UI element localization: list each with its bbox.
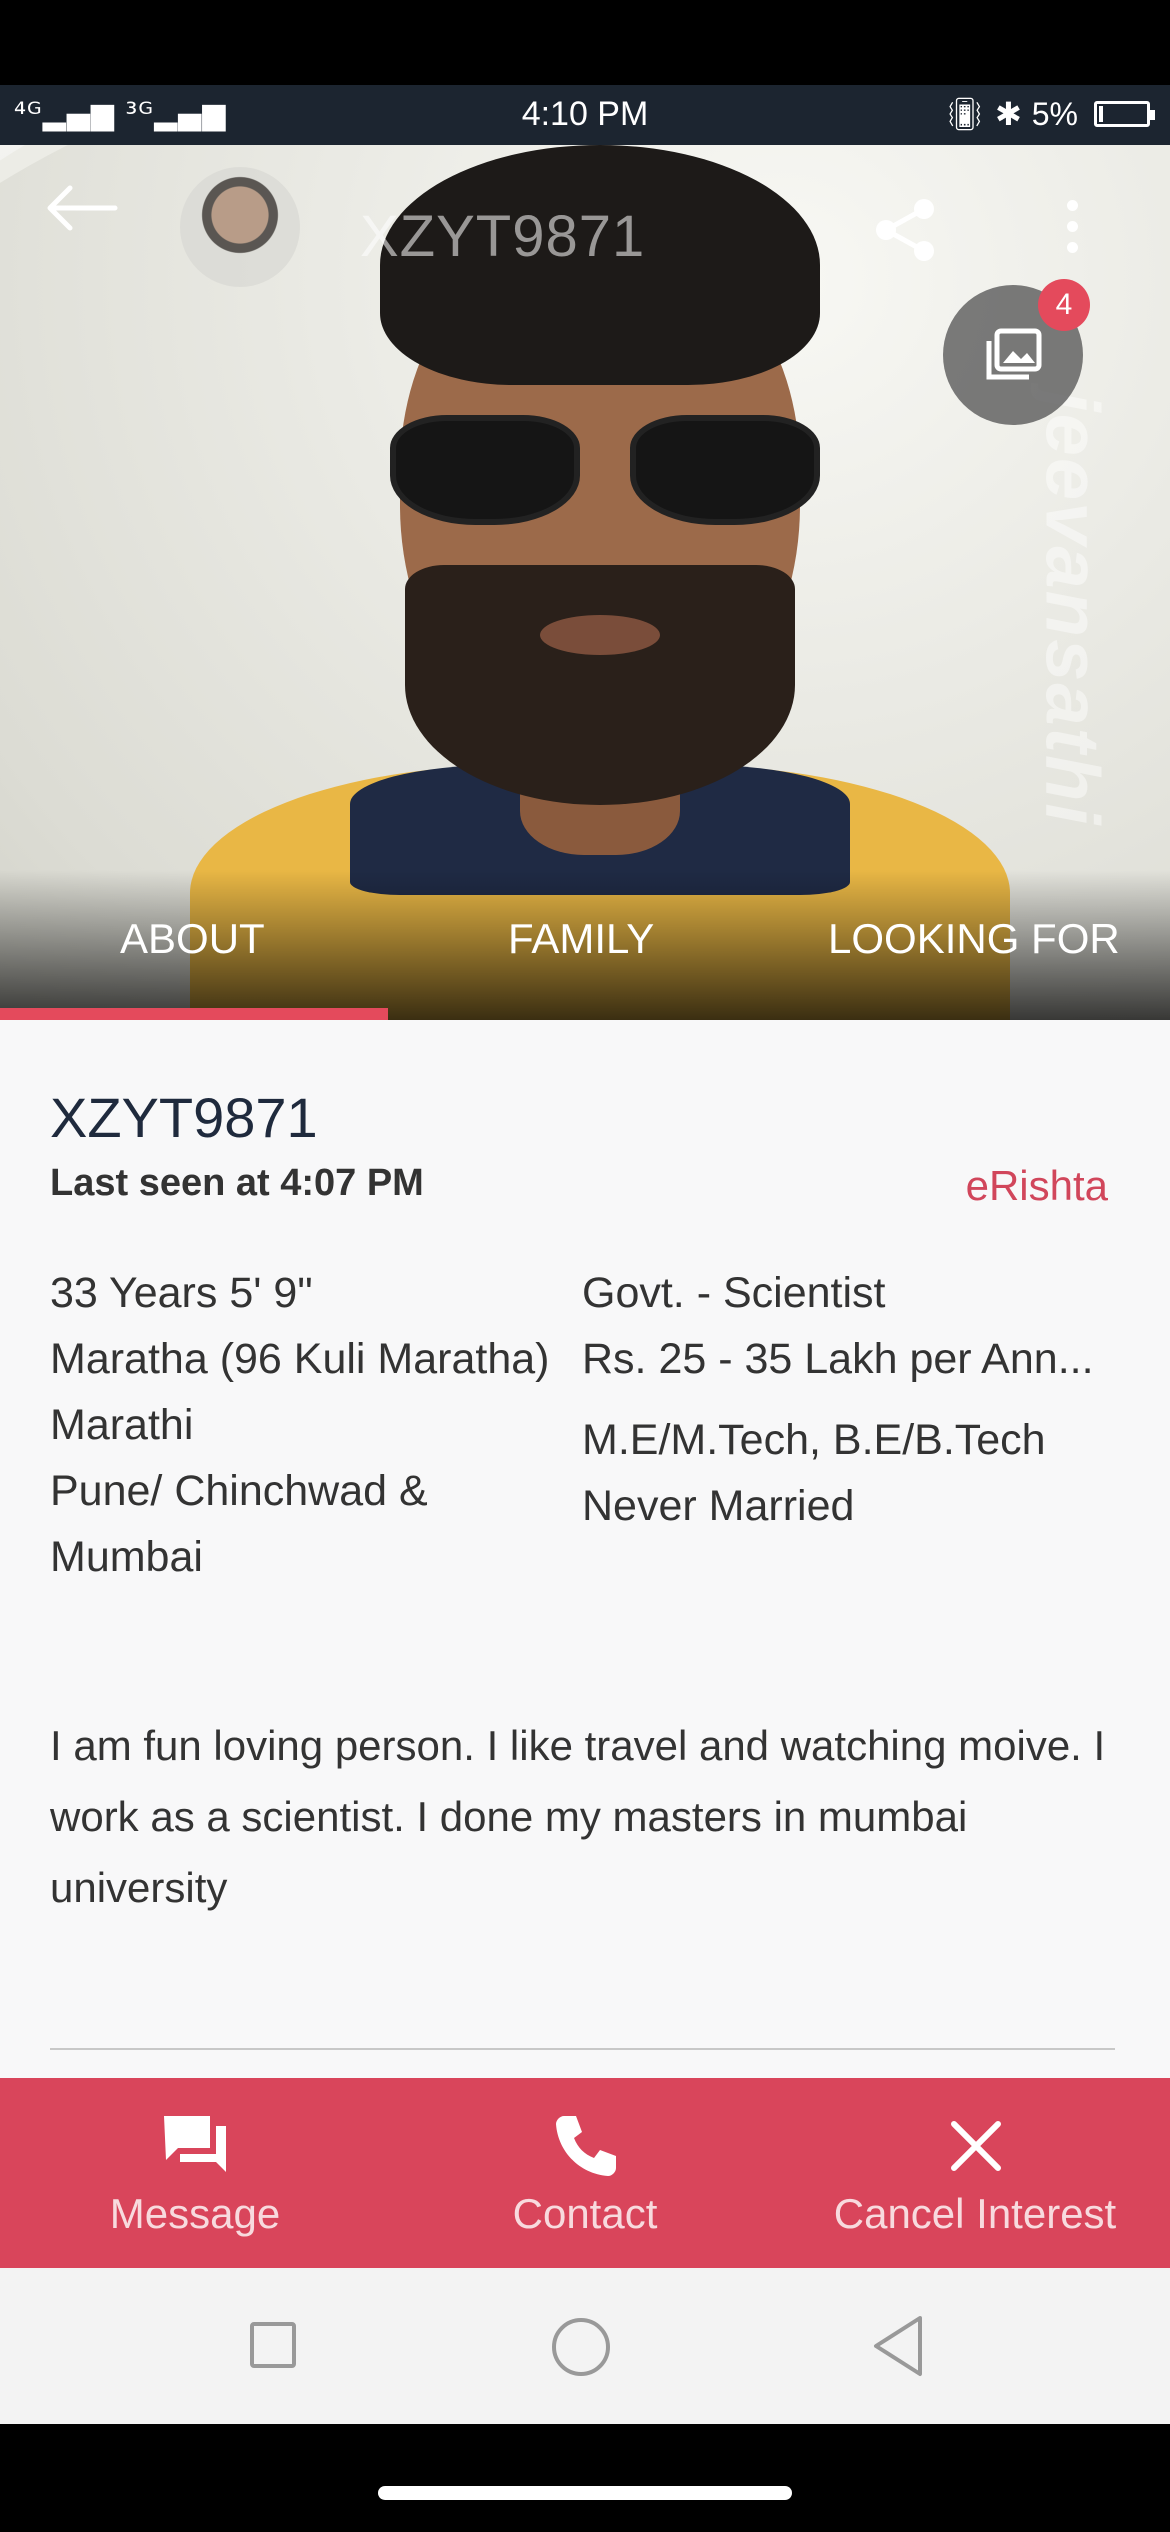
message-label: Message: [109, 2190, 281, 2237]
active-tab-indicator: [0, 1008, 388, 1020]
photo-count-badge: 4: [1038, 279, 1090, 331]
close-icon: [951, 2121, 1001, 2171]
cancel-interest-label: Cancel Interest: [833, 2190, 1117, 2237]
about-description: I am fun loving person. I like travel an…: [50, 1722, 1106, 1911]
mother-tongue: Marathi: [50, 1401, 194, 1449]
income: Rs. 25 - 35 Lakh per Ann...: [582, 1335, 1094, 1383]
details-left-column: 33 Years 5' 9" Maratha (96 Kuli Maratha)…: [50, 1260, 580, 1590]
location-line-2: Mumbai: [50, 1533, 203, 1581]
share-icon[interactable]: [870, 195, 940, 265]
profile-details: XZYT9871 Last seen at 4:07 PM eRishta 33…: [0, 1020, 1170, 2078]
recents-icon[interactable]: [250, 2322, 296, 2368]
contact-label: Contact: [512, 2190, 658, 2237]
profile-photo[interactable]: jeevansathi: [0, 145, 1170, 1020]
home-icon[interactable]: [552, 2318, 610, 2376]
profile-id: XZYT9871: [50, 1086, 318, 1149]
caste: Maratha (96 Kuli Maratha): [50, 1335, 550, 1383]
message-icon: [164, 2116, 226, 2172]
profile-tabs: ABOUT FAMILY LOOKING FOR: [0, 905, 1170, 985]
age-height: 33 Years 5' 9": [50, 1269, 313, 1317]
battery-icon: [1094, 101, 1155, 127]
top-app-bar: XZYT9871: [0, 145, 1170, 287]
membership-badge[interactable]: eRishta: [966, 1162, 1108, 1210]
home-indicator[interactable]: [378, 2486, 792, 2500]
watermark-logo: jeevansathi: [1029, 390, 1115, 827]
marital-status: Never Married: [582, 1482, 855, 1530]
action-bar: Message Contact Cancel Interest: [0, 2078, 1170, 2268]
bluetooth-icon: ✱: [994, 96, 1022, 132]
tab-about[interactable]: ABOUT: [120, 915, 265, 963]
education: M.E/M.Tech, B.E/B.Tech: [582, 1416, 1046, 1464]
nav-back-icon[interactable]: [870, 2314, 926, 2378]
cancel-interest-button[interactable]: Cancel Interest: [780, 2078, 1170, 2268]
message-button[interactable]: Message: [0, 2078, 390, 2268]
location-line-1: Pune/ Chinchwad &: [50, 1467, 428, 1515]
tab-looking-for[interactable]: LOOKING FOR: [828, 915, 1120, 963]
occupation: Govt. - Scientist: [582, 1269, 886, 1317]
tab-family[interactable]: FAMILY: [508, 915, 654, 963]
status-right: 📳︎ ✱ 5%: [944, 95, 1155, 133]
contact-button[interactable]: Contact: [390, 2078, 780, 2268]
phone-icon: [556, 2116, 616, 2176]
gallery-icon: [986, 328, 1042, 380]
divider: [50, 2048, 1115, 2050]
vibrate-icon: 📳︎: [944, 96, 985, 132]
phone-frame: ⁴ᴳ▂▄▆ ³ᴳ▂▄▆ 4:10 PM 📳︎ ✱ 5% jeevansathi: [0, 0, 1170, 2532]
photo-gallery-button[interactable]: 4: [943, 279, 1090, 425]
last-seen: Last seen at 4:07 PM: [50, 1162, 424, 1204]
status-bar: ⁴ᴳ▂▄▆ ³ᴳ▂▄▆ 4:10 PM 📳︎ ✱ 5%: [0, 85, 1170, 145]
back-arrow-icon[interactable]: [40, 183, 120, 233]
avatar[interactable]: [180, 167, 300, 287]
details-right-column: Govt. - Scientist Rs. 25 - 35 Lakh per A…: [582, 1260, 1142, 1539]
more-options-icon[interactable]: [1060, 200, 1084, 264]
battery-percent: 5%: [1031, 95, 1078, 132]
header-title: XZYT9871: [360, 204, 646, 269]
system-nav-bar: [0, 2268, 1170, 2424]
